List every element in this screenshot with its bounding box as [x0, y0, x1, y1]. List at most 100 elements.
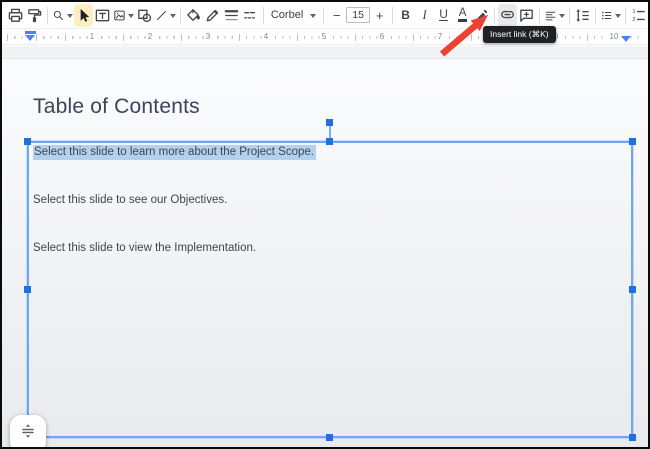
resize-handle-top-left[interactable]	[24, 138, 31, 145]
chevron-down-icon	[559, 14, 565, 21]
selected-text[interactable]: Select this slide to learn more about th…	[33, 145, 316, 160]
resize-handle-top-right[interactable]	[629, 138, 636, 145]
insert-line-icon	[155, 7, 168, 24]
ruler-mark: 6	[378, 32, 386, 42]
text-box-icon	[94, 7, 111, 24]
zoom-button[interactable]	[51, 4, 74, 27]
zoom-icon	[52, 7, 65, 24]
toolbar-divider	[47, 7, 48, 24]
insert-link-button[interactable]	[498, 4, 517, 27]
chevron-down-icon	[170, 14, 176, 21]
border-dash-icon	[242, 7, 259, 24]
bulleted-list-icon	[600, 7, 613, 24]
chevron-down-icon	[67, 14, 73, 21]
slide-canvas[interactable]: Table of Contents Select this slide to l…	[2, 58, 648, 447]
app-window: Corbel − + B I U A	[0, 0, 650, 449]
ruler-mark: 2	[146, 32, 154, 42]
resize-handle-middle-left[interactable]	[24, 286, 31, 293]
autofit-icon	[19, 422, 37, 440]
print-button[interactable]	[6, 4, 25, 27]
insert-link-tooltip: Insert link (⌘K)	[483, 26, 556, 43]
svg-text:1: 1	[632, 9, 635, 15]
text-color-icon: A	[458, 8, 468, 22]
insert-image-button[interactable]	[112, 4, 135, 27]
toolbar: Corbel − + B I U A	[2, 2, 648, 29]
ruler-mark: 10	[608, 32, 621, 42]
textbox-line[interactable]: Select this slide to see our Objectives.	[33, 193, 625, 208]
ruler-mark: 1	[88, 32, 96, 42]
ruler-mark: 3	[204, 32, 212, 42]
workspace: Table of Contents Select this slide to l…	[2, 46, 648, 447]
bold-icon: B	[401, 8, 410, 22]
chevron-down-icon	[615, 14, 621, 21]
italic-button[interactable]: I	[415, 4, 434, 27]
align-button[interactable]	[543, 4, 566, 27]
border-weight-button[interactable]	[222, 4, 241, 27]
rotation-handle[interactable]	[326, 119, 333, 126]
resize-handle-bottom-middle[interactable]	[326, 434, 333, 441]
fill-color-button[interactable]	[184, 4, 203, 27]
right-indent-marker[interactable]	[621, 36, 631, 42]
left-indent-marker[interactable]	[25, 31, 36, 41]
print-icon	[7, 7, 24, 24]
textbox-line[interactable]: Select this slide to view the Implementa…	[33, 241, 625, 256]
add-comment-button[interactable]	[517, 4, 536, 27]
paint-format-icon	[26, 7, 43, 24]
decrease-font-size-button[interactable]: −	[327, 4, 346, 27]
border-color-icon	[204, 7, 221, 24]
underline-button[interactable]: U	[434, 4, 453, 27]
select-tool-button[interactable]	[74, 4, 93, 27]
toolbar-divider	[323, 7, 324, 24]
insert-shape-icon	[136, 7, 153, 24]
border-dash-button[interactable]	[241, 4, 260, 27]
insert-line-button[interactable]	[154, 4, 177, 27]
numbered-list-button[interactable]: 12	[629, 4, 648, 27]
toolbar-divider	[494, 7, 495, 24]
ruler-mark: 7	[436, 32, 444, 42]
toolbar-divider	[539, 7, 540, 24]
increase-font-size-button[interactable]: +	[370, 4, 389, 27]
ruler-mark: 4	[262, 32, 270, 42]
bulleted-list-button[interactable]	[599, 4, 622, 27]
highlight-color-button[interactable]	[472, 4, 491, 27]
highlight-color-icon	[473, 7, 490, 24]
autofit-button[interactable]	[10, 415, 46, 449]
first-line-indent-icon	[25, 31, 36, 34]
font-family-selector[interactable]: Corbel	[267, 4, 320, 27]
toolbar-divider	[595, 7, 596, 24]
add-comment-icon	[518, 7, 535, 24]
toolbar-divider	[625, 7, 626, 24]
insert-image-icon	[113, 7, 126, 24]
left-indent-icon	[25, 35, 35, 41]
bold-button[interactable]: B	[396, 4, 415, 27]
numbered-list-icon: 12	[630, 7, 647, 24]
toolbar-divider	[263, 7, 264, 24]
paint-format-button[interactable]	[25, 4, 44, 27]
resize-handle-middle-right[interactable]	[629, 286, 636, 293]
ruler-mark: 5	[320, 32, 328, 42]
toolbar-divider	[180, 7, 181, 24]
border-color-button[interactable]	[203, 4, 222, 27]
font-family-value: Corbel	[271, 9, 303, 21]
line-spacing-button[interactable]	[573, 4, 592, 27]
font-size-input[interactable]	[346, 7, 370, 23]
toolbar-divider	[569, 7, 570, 24]
line-spacing-icon	[574, 7, 591, 24]
textbox-line[interactable]: Select this slide to learn more about th…	[33, 145, 625, 160]
fill-color-icon	[185, 7, 202, 24]
text-box-button[interactable]	[93, 4, 112, 27]
select-cursor-icon	[75, 7, 92, 24]
underline-icon: U	[439, 9, 448, 21]
insert-shape-button[interactable]	[135, 4, 154, 27]
text-box[interactable]: Select this slide to learn more about th…	[27, 141, 633, 438]
chevron-down-icon	[128, 14, 134, 21]
toolbar-divider	[392, 7, 393, 24]
align-icon	[544, 7, 557, 24]
chevron-down-icon	[310, 14, 316, 21]
text-color-button[interactable]: A	[453, 4, 472, 27]
border-weight-icon	[223, 7, 240, 24]
resize-handle-bottom-right[interactable]	[629, 434, 636, 441]
slide-title[interactable]: Table of Contents	[33, 95, 200, 119]
svg-text:2: 2	[632, 17, 635, 23]
resize-handle-top-middle[interactable]	[326, 138, 333, 145]
